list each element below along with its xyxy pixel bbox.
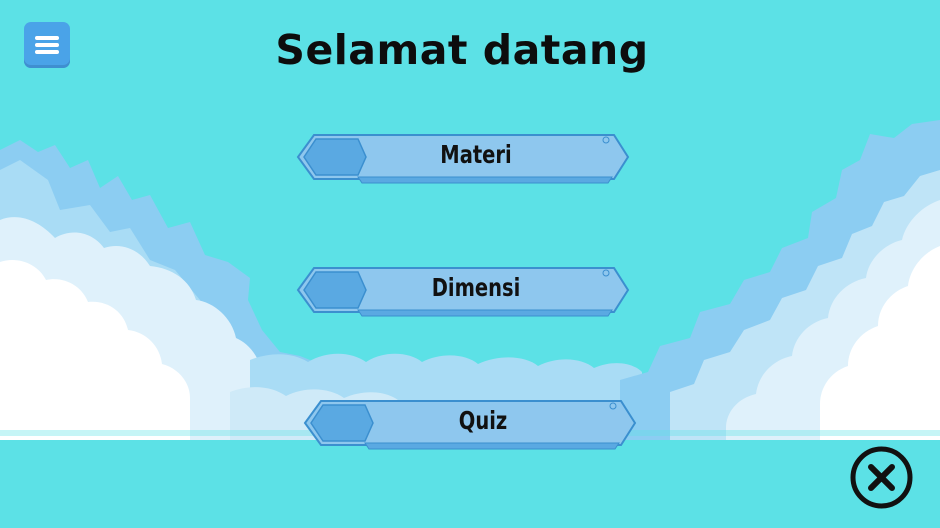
close-button[interactable] [850,446,913,509]
close-circle-icon [850,446,913,509]
page-title: Selamat datang [275,26,649,74]
materi-button[interactable]: Materi [296,133,632,187]
dimensi-button[interactable]: Dimensi [296,266,632,320]
quiz-button[interactable]: Quiz [303,399,639,453]
quiz-label: Quiz [458,406,508,435]
materi-label: Materi [440,140,512,169]
dimensi-label: Dimensi [431,273,521,302]
